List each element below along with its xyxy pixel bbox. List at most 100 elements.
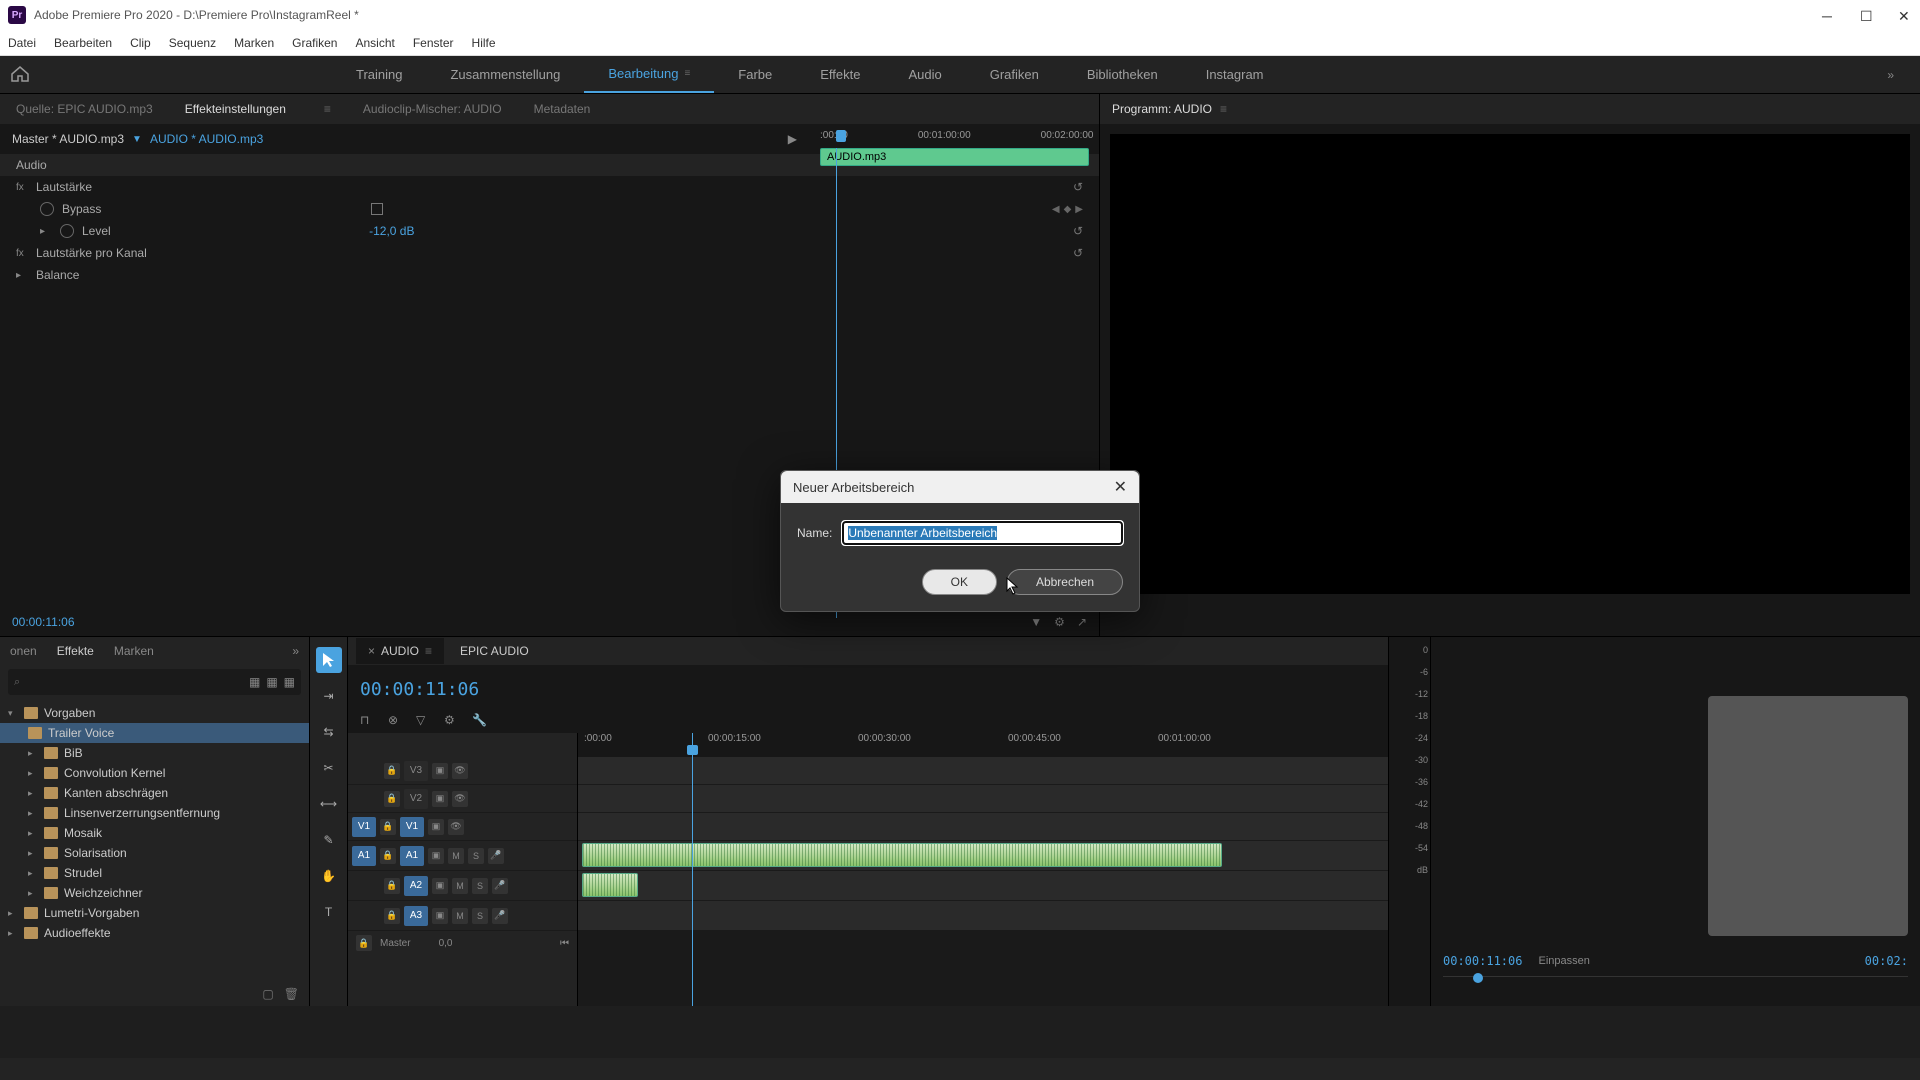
preset-icon[interactable]: ▦ (284, 675, 295, 689)
menu-ansicht[interactable]: Ansicht (355, 36, 394, 50)
settings-icon[interactable]: ⚙ (444, 713, 460, 727)
sequence-tab-epic-audio[interactable]: EPIC AUDIO (448, 638, 541, 664)
workspace-overflow-icon[interactable]: » (1871, 68, 1910, 82)
slip-tool[interactable]: ⟷ (316, 791, 342, 817)
hand-tool[interactable]: ✋ (316, 863, 342, 889)
level-value[interactable]: -12,0 dB (369, 224, 414, 238)
reset-icon[interactable]: ↺ (1073, 246, 1083, 260)
track-v1[interactable] (578, 813, 1388, 841)
reset-icon[interactable]: ↺ (1073, 180, 1083, 194)
zoom-fit-dropdown[interactable]: Einpassen (1538, 955, 1589, 967)
type-tool[interactable]: T (316, 899, 342, 925)
ok-button[interactable]: OK (922, 569, 997, 595)
track-header-a3[interactable]: 🔒A3▣MS🎤 (348, 901, 577, 931)
workspace-training[interactable]: Training (332, 56, 426, 93)
timeline-ruler[interactable]: :00:00 00:00:15:00 00:00:30:00 00:00:45:… (578, 733, 1388, 757)
pen-tool[interactable]: ✎ (316, 827, 342, 853)
twirl-icon[interactable]: ▸ (16, 270, 28, 281)
menu-datei[interactable]: Datei (8, 36, 36, 50)
reset-icon[interactable]: ↺ (1073, 224, 1083, 238)
snap-icon[interactable]: ⊓ (360, 713, 376, 727)
razor-tool[interactable]: ✂ (316, 755, 342, 781)
tree-folder-trailer-voice[interactable]: Trailer Voice (0, 723, 309, 743)
delete-icon[interactable]: 🗑 (284, 987, 299, 1001)
workspace-grafiken[interactable]: Grafiken (966, 56, 1063, 93)
scrubber-handle[interactable] (1473, 973, 1483, 983)
program-viewer[interactable] (1110, 134, 1910, 594)
menu-fenster[interactable]: Fenster (413, 36, 454, 50)
menu-clip[interactable]: Clip (130, 36, 151, 50)
track-v2[interactable] (578, 785, 1388, 813)
param-volume[interactable]: Lautstärke (36, 180, 92, 194)
param-balance[interactable]: Balance (36, 268, 79, 282)
audio-clip-a1[interactable] (582, 843, 1222, 867)
preset-icon[interactable]: ▦ (249, 675, 260, 689)
close-button[interactable]: ✕ (1898, 8, 1912, 22)
track-v3[interactable] (578, 757, 1388, 785)
tab-effects[interactable]: Effekte (57, 644, 94, 658)
track-header-a1[interactable]: A1🔒A1▣MS🎤 (348, 841, 577, 871)
tree-folder-audioeffekte[interactable]: ▸Audioeffekte (0, 923, 309, 943)
maximize-button[interactable]: ☐ (1860, 8, 1874, 22)
audio-clip-a2[interactable] (582, 873, 638, 897)
minimize-button[interactable]: ─ (1822, 8, 1836, 22)
bypass-checkbox[interactable] (371, 203, 383, 215)
timeline-playhead[interactable] (692, 733, 693, 1006)
tree-folder-vorgaben[interactable]: ▾Vorgaben (0, 703, 309, 723)
panel-overflow-icon[interactable]: » (292, 644, 299, 658)
workspace-name-input[interactable] (842, 521, 1123, 545)
master-track-header[interactable]: 🔒Master0,0⏮ (348, 931, 577, 955)
workspace-bibliotheken[interactable]: Bibliotheken (1063, 56, 1182, 93)
tree-folder-mosaik[interactable]: ▸Mosaik (0, 823, 309, 843)
tree-folder-linsen[interactable]: ▸Linsenverzerrungsentfernung (0, 803, 309, 823)
tab-menu-icon[interactable]: ≡ (320, 94, 335, 124)
play-icon[interactable]: ▶ (788, 132, 797, 146)
workspace-audio[interactable]: Audio (884, 56, 965, 93)
tree-folder-solarisation[interactable]: ▸Solarisation (0, 843, 309, 863)
add-keyframe-icon[interactable]: ◆ (1064, 204, 1072, 215)
tab-effect-controls[interactable]: Effekteinstellungen (181, 94, 290, 124)
track-select-tool[interactable]: ⇥ (316, 683, 342, 709)
workspace-instagram[interactable]: Instagram (1182, 56, 1288, 93)
filter-icon[interactable]: ▼ (1030, 615, 1042, 629)
workspace-bearbeitung[interactable]: Bearbeitung≡ (584, 56, 714, 93)
mini-clip[interactable]: AUDIO.mp3 (820, 148, 1089, 166)
tree-folder-weichzeichner[interactable]: ▸Weichzeichner (0, 883, 309, 903)
effect-timecode[interactable]: 00:00:11:06 (12, 615, 75, 629)
linked-selection-icon[interactable]: ⊗ (388, 713, 404, 727)
wrench-icon[interactable]: ⚙ (1054, 615, 1065, 629)
new-bin-icon[interactable]: ▢ (262, 987, 273, 1001)
tab-onen[interactable]: onen (10, 644, 37, 658)
ripple-edit-tool[interactable]: ⇆ (316, 719, 342, 745)
tree-folder-lumetri[interactable]: ▸Lumetri-Vorgaben (0, 903, 309, 923)
mini-playhead[interactable] (836, 130, 846, 142)
track-header-v2[interactable]: 🔒V2▣👁 (348, 785, 577, 813)
track-a2[interactable] (578, 871, 1388, 901)
fx-toggle-icon[interactable]: fx (16, 182, 28, 193)
workspace-farbe[interactable]: Farbe (714, 56, 796, 93)
stopwatch-icon[interactable] (40, 202, 54, 216)
tree-folder-strudel[interactable]: ▸Strudel (0, 863, 309, 883)
source-clip-link[interactable]: AUDIO * AUDIO.mp3 (150, 132, 263, 146)
tree-folder-bib[interactable]: ▸BiB (0, 743, 309, 763)
prev-keyframe-icon[interactable]: ◀ (1052, 204, 1060, 215)
tab-menu-icon[interactable]: ≡ (425, 644, 432, 658)
next-keyframe-icon[interactable]: ▶ (1075, 204, 1083, 215)
track-header-v3[interactable]: 🔒V3▣👁 (348, 757, 577, 785)
export-icon[interactable]: ↗ (1077, 615, 1087, 629)
track-a3[interactable] (578, 901, 1388, 931)
wrench-icon[interactable]: 🔧 (472, 713, 488, 727)
fx-toggle-icon[interactable]: fx (16, 248, 28, 259)
track-header-v1[interactable]: V1🔒V1▣👁 (348, 813, 577, 841)
chevron-down-icon[interactable]: ▼ (132, 134, 142, 145)
menu-bearbeiten[interactable]: Bearbeiten (54, 36, 112, 50)
program-menu-icon[interactable]: ≡ (1220, 102, 1227, 116)
menu-sequenz[interactable]: Sequenz (169, 36, 216, 50)
param-channel-volume[interactable]: Lautstärke pro Kanal (36, 246, 147, 260)
track-a1[interactable] (578, 841, 1388, 871)
marker-icon[interactable]: ▽ (416, 713, 432, 727)
sequence-tab-audio[interactable]: ×AUDIO≡ (356, 638, 444, 664)
dialog-close-icon[interactable]: ✕ (1114, 477, 1127, 497)
close-icon[interactable]: × (368, 644, 375, 658)
program-timecode[interactable]: 00:00:11:06 (1443, 954, 1522, 968)
